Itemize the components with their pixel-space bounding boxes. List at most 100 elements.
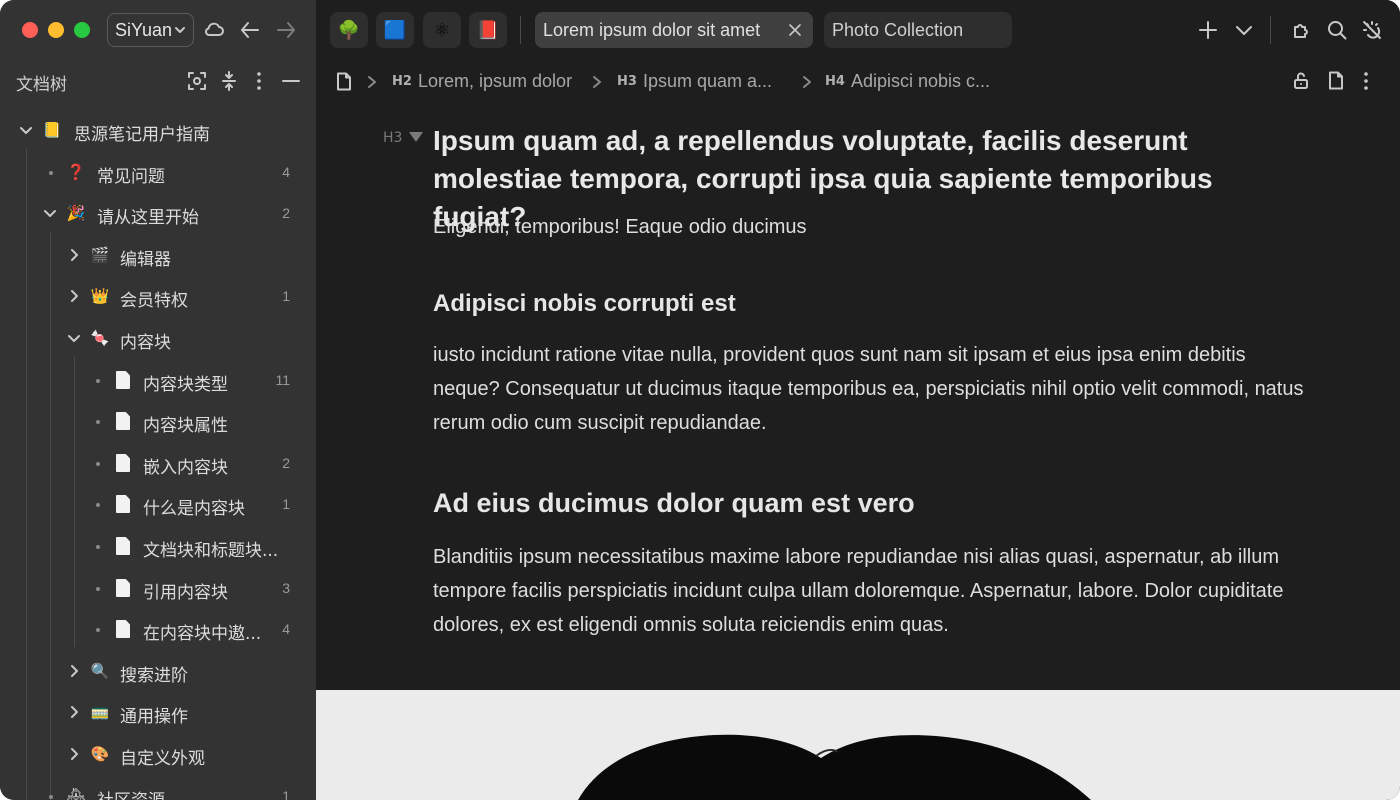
- tree-item[interactable]: 🎨 自定义外观: [0, 734, 316, 775]
- tree-item[interactable]: 📒 思源笔记用户指南: [0, 110, 316, 151]
- tree-item[interactable]: 嵌入内容块 2: [0, 443, 316, 484]
- atom-icon: ⚛: [433, 19, 451, 40]
- magnifier-icon: 🔍: [90, 662, 110, 680]
- collapse-all-icon[interactable]: [218, 70, 240, 92]
- bullet-icon: [96, 503, 100, 507]
- chevron-down-icon[interactable]: [1234, 20, 1254, 40]
- workspace-selector[interactable]: SiYuan: [107, 13, 194, 47]
- chevron-right-icon[interactable]: [66, 704, 82, 720]
- search-icon[interactable]: [1326, 19, 1348, 41]
- chevron-down-icon[interactable]: [66, 330, 82, 346]
- mode-toggle-icon[interactable]: [1361, 19, 1383, 41]
- pinned-tab[interactable]: 🌳: [330, 12, 368, 48]
- minimize-window-button[interactable]: [48, 22, 64, 38]
- tree-item[interactable]: 🏘 社区资源 1: [0, 776, 316, 800]
- book-icon: 📕: [476, 19, 500, 40]
- focus-icon[interactable]: [186, 70, 208, 92]
- forward-arrow-icon[interactable]: [274, 18, 298, 42]
- chevron-down-icon[interactable]: [42, 205, 58, 221]
- pinned-tab[interactable]: ⚛: [423, 12, 461, 48]
- tree-item-label: 通用操作: [120, 707, 188, 727]
- tab-active[interactable]: Lorem ipsum dolor sit amet: [535, 12, 813, 48]
- chevron-right-icon[interactable]: [66, 288, 82, 304]
- document-icon: [113, 411, 133, 431]
- tree-item-label: 内容块: [120, 333, 171, 353]
- chevron-down-icon: [175, 27, 185, 33]
- tree-item-label: 内容块属性: [143, 416, 228, 436]
- embedded-photo[interactable]: [316, 690, 1400, 800]
- heading-h4[interactable]: Adipisci nobis corrupti est: [433, 290, 736, 318]
- document-icon: [113, 536, 133, 556]
- notebook-icon: 📒: [42, 121, 62, 139]
- tree-item[interactable]: 🔍 搜索进阶: [0, 651, 316, 692]
- pinned-tab[interactable]: 🟦: [376, 12, 414, 48]
- tree-item[interactable]: ❓ 常见问题 4: [0, 152, 316, 193]
- more-options-icon[interactable]: [248, 70, 270, 92]
- tree-item-label: 请从这里开始: [97, 208, 199, 228]
- fold-caret-icon[interactable]: [409, 132, 423, 142]
- tab-bar: 🌳 🟦 ⚛ 📕 Lorem ipsum dolor sit amet Photo…: [316, 0, 1400, 60]
- tree-item[interactable]: 🍬 内容块: [0, 318, 316, 359]
- tree-item-label: 常见问题: [97, 167, 165, 187]
- tree-item-count: 4: [282, 621, 290, 637]
- close-icon[interactable]: [787, 22, 803, 38]
- file-tree-title: 文档树: [16, 75, 67, 95]
- bullet-icon: [96, 379, 100, 383]
- more-options-icon[interactable]: [1362, 71, 1370, 91]
- tree-item[interactable]: 内容块类型 11: [0, 360, 316, 401]
- tree-item[interactable]: 文档块和标题块...: [0, 526, 316, 567]
- tram-icon: 🚃: [90, 703, 110, 721]
- chevron-right-icon[interactable]: [66, 746, 82, 762]
- plugin-icon[interactable]: [1290, 19, 1312, 41]
- bullet-icon: [96, 545, 100, 549]
- tree-item[interactable]: 在内容块中遨... 4: [0, 609, 316, 650]
- document-icon: [113, 494, 133, 514]
- tab-photo-collection[interactable]: Photo Collection: [824, 12, 1012, 48]
- pinned-tab[interactable]: 📕: [469, 12, 507, 48]
- document-icon: [113, 453, 133, 473]
- tree-icon: 🌳: [337, 19, 361, 40]
- chevron-down-icon[interactable]: [18, 122, 34, 138]
- maximize-window-button[interactable]: [74, 22, 90, 38]
- document-icon[interactable]: [336, 72, 352, 91]
- chevron-right-icon[interactable]: [66, 663, 82, 679]
- breadcrumb-item[interactable]: Adipisci nobis c...: [851, 71, 990, 92]
- paragraph[interactable]: iusto incidunt ratione vitae nulla, prov…: [433, 338, 1313, 440]
- close-window-button[interactable]: [22, 22, 38, 38]
- tree-item-count: 1: [282, 788, 290, 800]
- tree-item-count: 1: [282, 288, 290, 304]
- document-icon: [113, 578, 133, 598]
- document-icon: [113, 619, 133, 639]
- tree-item[interactable]: 什么是内容块 1: [0, 484, 316, 525]
- bullet-icon: [96, 628, 100, 632]
- minimize-panel-icon[interactable]: [280, 70, 302, 92]
- tree-item-label: 编辑器: [120, 250, 171, 270]
- tree-item[interactable]: 🎬 编辑器: [0, 235, 316, 276]
- tree-item[interactable]: 内容块属性: [0, 401, 316, 442]
- chevron-right-icon[interactable]: [66, 247, 82, 263]
- tree-item[interactable]: 👑 会员特权 1: [0, 276, 316, 317]
- cloud-sync-icon[interactable]: [202, 18, 226, 42]
- tree-item-count: 11: [275, 372, 290, 388]
- paragraph[interactable]: Blanditiis ipsum necessitatibus maxime l…: [433, 540, 1313, 642]
- document-icon[interactable]: [1328, 71, 1344, 90]
- tree-item[interactable]: 引用内容块 3: [0, 568, 316, 609]
- tree-item-label: 社区资源: [97, 786, 165, 800]
- tree-item-label: 会员特权: [120, 291, 188, 311]
- heading-level-badge: H2: [392, 74, 412, 89]
- heading-h3[interactable]: Ad eius ducimus dolor quam est vero: [433, 488, 915, 519]
- unlock-icon[interactable]: [1292, 72, 1310, 90]
- breadcrumb-item[interactable]: Lorem, ipsum dolor: [418, 71, 572, 92]
- paragraph[interactable]: Eligendi, temporibus! Eaque odio ducimus: [433, 210, 1313, 244]
- document-icon: [113, 370, 133, 390]
- candy-icon: 🍬: [90, 329, 110, 347]
- tree-item-count: 2: [282, 455, 290, 471]
- back-arrow-icon[interactable]: [238, 18, 262, 42]
- tree-item[interactable]: 🚃 通用操作: [0, 692, 316, 733]
- palette-icon: 🎨: [90, 745, 110, 763]
- tree-item[interactable]: 🎉 请从这里开始 2: [0, 193, 316, 234]
- breadcrumb-item[interactable]: Ipsum quam a...: [643, 71, 772, 92]
- bullet-icon: [96, 420, 100, 424]
- workspace-name: SiYuan: [115, 19, 173, 40]
- add-tab-icon[interactable]: [1198, 20, 1218, 40]
